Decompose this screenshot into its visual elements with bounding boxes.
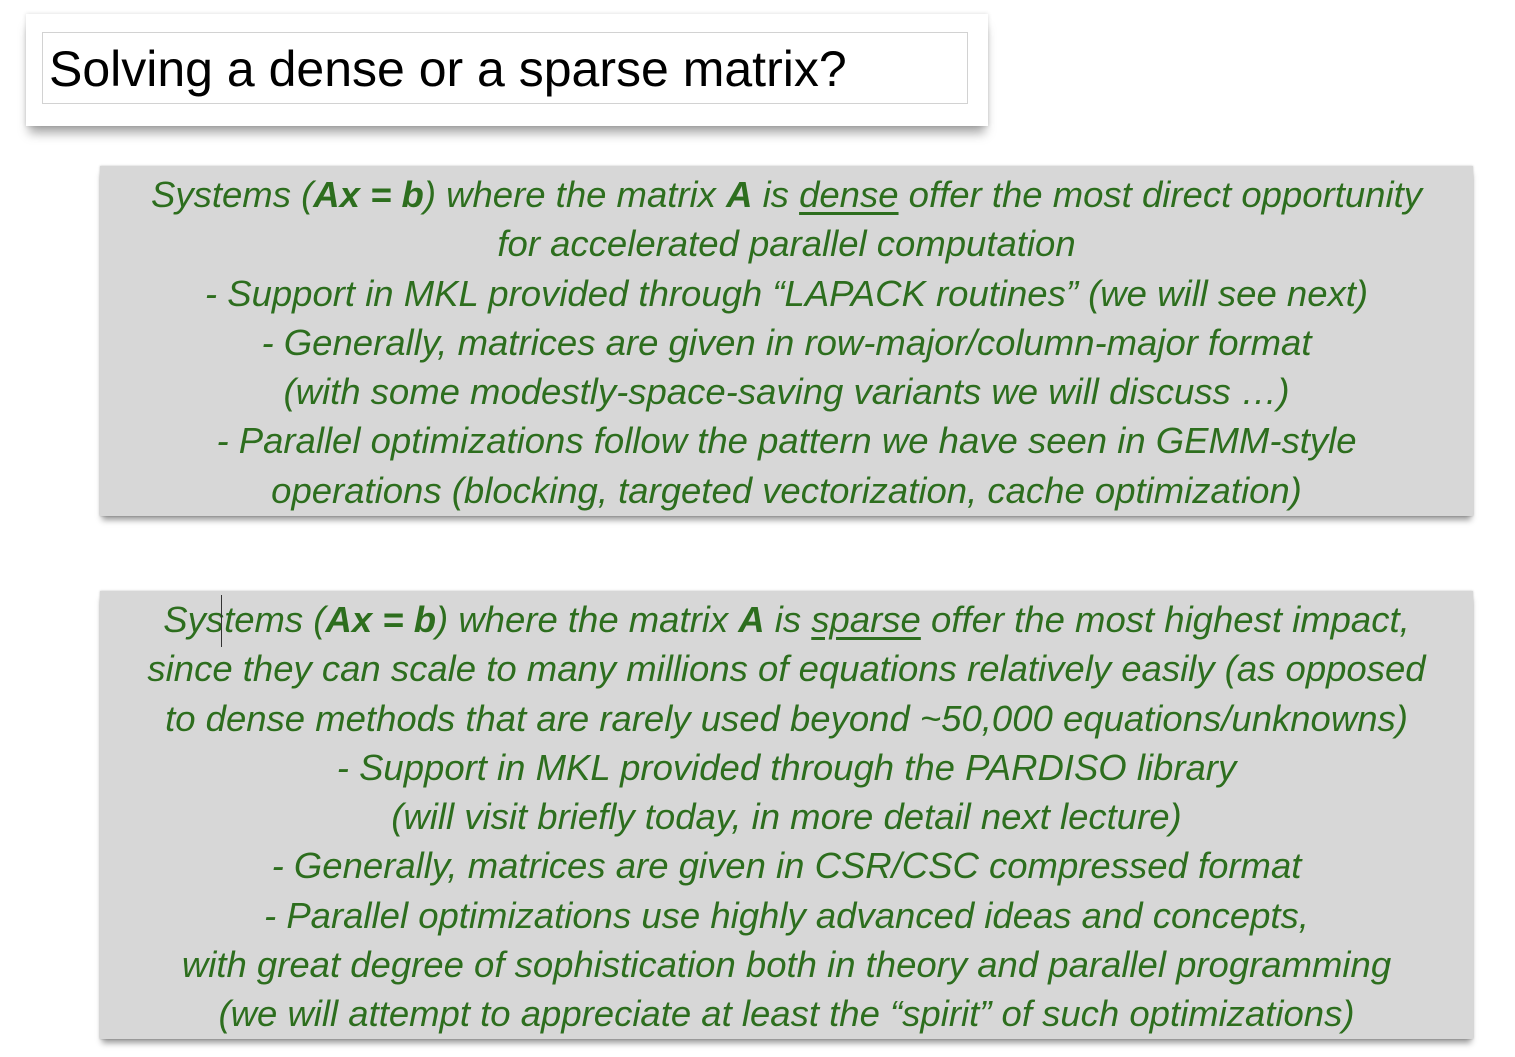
sparse-matrix-note[interactable]: Systems (Ax = b) where the matrix A is s…	[100, 591, 1473, 1039]
sparse-matrix-symbol: A	[738, 599, 765, 640]
title-text-frame[interactable]: Solving a dense or a sparse matrix?	[42, 32, 968, 104]
dense-line: - Support in MKL provided through “LAPAC…	[204, 272, 1369, 314]
dense-matrix-symbol: A	[726, 174, 753, 215]
dense-intro-text: is	[752, 174, 800, 215]
sparse-line: (will visit briefly today, in more detai…	[391, 796, 1182, 838]
sparse-line: - Support in MKL provided through the PA…	[336, 746, 1237, 788]
sparse-intro-text: ) where the matrix	[436, 599, 739, 640]
dense-intro-text: Systems (	[151, 174, 314, 215]
slide-title-card: Solving a dense or a sparse matrix?	[26, 14, 988, 126]
dense-line: (with some modestly-space-saving variant…	[283, 371, 1290, 413]
sparse-line: with great degree of sophistication both…	[181, 944, 1392, 986]
slide-title: Solving a dense or a sparse matrix?	[49, 41, 847, 97]
sparse-line: - Generally, matrices are given in CSR/C…	[271, 845, 1302, 887]
dense-matrix-note[interactable]: Systems (Ax = b) where the matrix A is d…	[100, 166, 1473, 516]
dense-line: operations (blocking, targeted vectoriza…	[271, 469, 1302, 511]
dense-intro-line: Systems (Ax = b) where the matrix A is d…	[100, 170, 1473, 219]
dense-intro-text: offer the most direct opportunity	[898, 174, 1422, 215]
sparse-intro-line: Systems (Ax = b) where the matrix A is s…	[100, 595, 1473, 644]
sparse-intro-text: offer the most highest impact,	[920, 599, 1410, 640]
text-cursor	[221, 595, 222, 647]
dense-intro-text: ) where the matrix	[423, 174, 727, 215]
sparse-intro-text: is	[764, 599, 812, 640]
sparse-keyword: sparse	[811, 599, 921, 640]
sparse-line: - Parallel optimizations use highly adva…	[264, 894, 1309, 936]
sparse-line: (we will attempt to appreciate at least …	[218, 993, 1355, 1035]
dense-equation: Ax = b	[313, 174, 424, 215]
sparse-equation: Ax = b	[325, 599, 437, 640]
sparse-intro-text: Systems (	[163, 599, 326, 640]
dense-keyword: dense	[799, 174, 899, 215]
sparse-line: to dense methods that are rarely used be…	[165, 697, 1408, 739]
dense-line: for accelerated parallel computation	[497, 223, 1076, 265]
sparse-line: since they can scale to many millions of…	[147, 648, 1426, 690]
dense-line: - Generally, matrices are given in row-m…	[261, 321, 1312, 363]
dense-line: - Parallel optimizations follow the patt…	[216, 420, 1357, 462]
